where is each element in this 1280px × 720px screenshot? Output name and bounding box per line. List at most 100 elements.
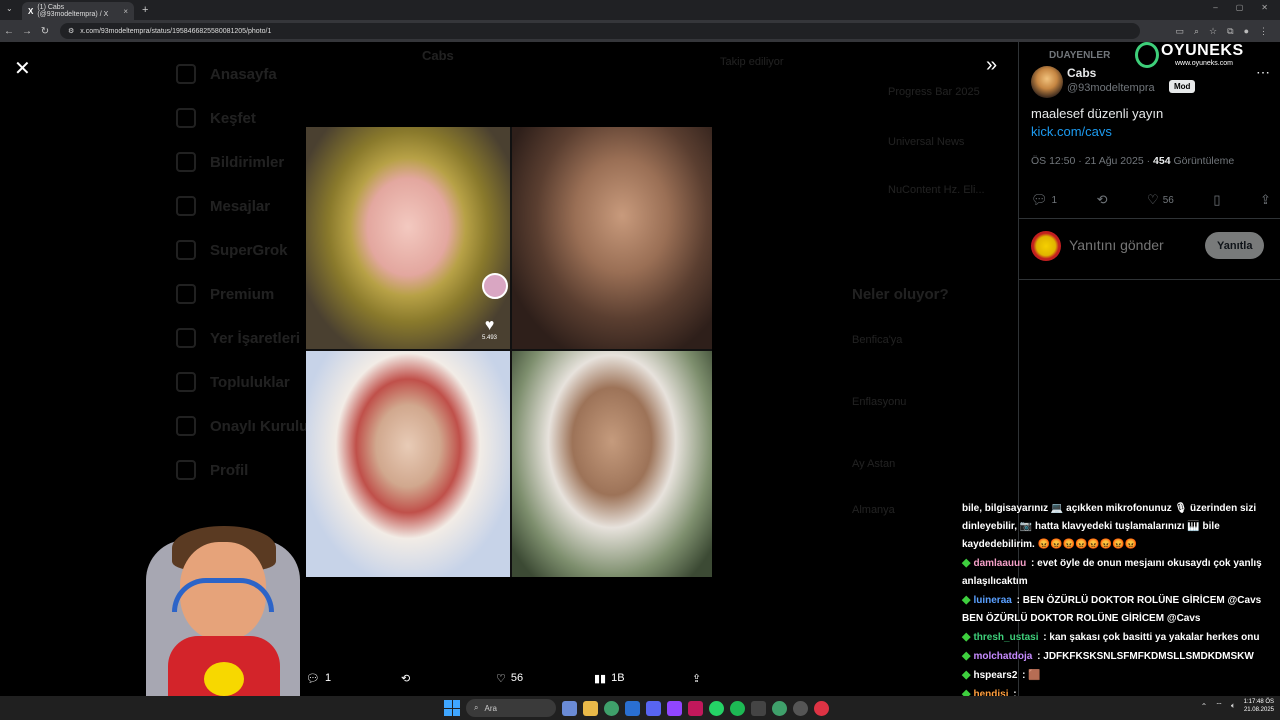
file-explorer-icon[interactable] (583, 700, 598, 716)
network-icon[interactable]: ⌔ (1215, 701, 1223, 711)
app-icon[interactable] (688, 700, 703, 716)
chat-username[interactable]: hspears2 (973, 670, 1017, 681)
close-window-icon[interactable]: ✕ (1261, 3, 1268, 12)
cast-icon[interactable]: ▭ (1175, 26, 1184, 37)
browser-menu-icon[interactable]: ⋮ (1259, 26, 1268, 37)
post-link[interactable]: kick.com/cavs (1031, 124, 1112, 139)
post-photo[interactable]: ♥ 5.493 (306, 127, 712, 577)
tab-title: (1) Cabs (@93modeltempra) / X (37, 4, 109, 18)
maximize-icon[interactable]: ▢ (1236, 3, 1244, 12)
chat-badge-icon: ◆ (962, 650, 971, 662)
chat-username[interactable]: hendisi (973, 689, 1008, 696)
share-action[interactable]: ⇪ (692, 672, 701, 685)
forward-icon[interactable]: → (18, 26, 36, 37)
tray-chevron-icon[interactable]: ⌃ (1201, 702, 1208, 711)
volume-icon[interactable]: 🔈︎ (1231, 701, 1236, 711)
author-handle[interactable]: @93modeltempra (1067, 82, 1155, 94)
site-info-icon[interactable]: ⚙ (68, 27, 74, 35)
extensions-icon[interactable]: ⧉ (1227, 26, 1233, 37)
profile-icon[interactable]: ● (1244, 26, 1249, 37)
recording-icon[interactable] (814, 700, 829, 716)
spotify-icon[interactable] (730, 700, 745, 716)
zoom-icon[interactable]: ⌕ (1194, 26, 1199, 37)
chat-username[interactable]: molchatdoja (973, 651, 1032, 662)
bg-trends-heading: Neler oluyor? (852, 286, 949, 303)
panel-like-button[interactable]: ♡ 56 (1147, 192, 1174, 208)
minimize-icon[interactable]: – (1213, 3, 1217, 12)
expand-panel-icon[interactable]: » (986, 54, 997, 77)
taskbar-apps: ⌕ Ara (444, 699, 829, 717)
obs-icon[interactable] (793, 700, 808, 716)
clock-date: 21.08.2025 (1243, 707, 1274, 713)
like-action[interactable]: ♡ 56 (496, 672, 594, 685)
whatsapp-icon[interactable] (709, 700, 724, 716)
photo-action-bar: 💬︎ 1 ⟲ ♡ 56 ▮▮ 1B ⇪ (306, 668, 716, 688)
taskbar-search[interactable]: ⌕ Ara (466, 699, 556, 717)
twitch-icon[interactable] (667, 700, 682, 716)
close-tab-icon[interactable]: × (123, 7, 128, 16)
reply-button[interactable]: Yanıtla (1205, 232, 1265, 259)
reload-icon[interactable]: ↻ (36, 26, 54, 37)
chat-message: dinleyebilir, 📷 hatta klavyedeki tuşlama… (958, 518, 1278, 536)
panel-reply-button[interactable]: 💬︎ 1 (1031, 192, 1057, 208)
chat-username[interactable]: damlaauuu (973, 558, 1026, 569)
terminal-icon[interactable] (751, 700, 766, 716)
url-field[interactable]: ⚙ x.com/93modeltempra/status/19584668255… (60, 23, 1140, 39)
bookmarks-icon (176, 328, 196, 348)
url-text: x.com/93modeltempra/status/1958466825580… (80, 27, 272, 35)
chat-message: bile, bilgisayarınız 💻 açıkken mikrofonu… (958, 500, 1278, 518)
panel-repost-button[interactable]: ⟲ (1097, 192, 1108, 208)
profile-nav-icon (176, 460, 196, 480)
search-icon: ⌕ (474, 703, 479, 712)
reply-action[interactable]: 💬︎ 1 (306, 672, 401, 685)
bookmark-star-icon[interactable]: ☆ (1209, 26, 1217, 37)
reply-composer: Yanıtla (1019, 218, 1280, 280)
author-avatar[interactable] (1031, 66, 1063, 98)
panel-share-button[interactable]: ⇪ (1260, 192, 1271, 208)
chat-text: bile, bilgisayarınız 💻 açıkken mikrofonu… (962, 503, 1257, 514)
post-views-label: Görüntüleme (1170, 155, 1235, 167)
repost-action[interactable]: ⟲ (401, 672, 496, 685)
address-bar-row: ← → ↻ ⚙ x.com/93modeltempra/status/19584… (0, 20, 1280, 42)
author-name[interactable]: Cabs (1067, 66, 1096, 80)
x-logo-icon: X (28, 6, 34, 16)
more-options-icon[interactable]: ⋯ (1256, 64, 1270, 81)
edge-icon[interactable] (625, 700, 640, 716)
chat-colon: : (1019, 670, 1029, 681)
chat-text: kaydedebilirim. 😡😡😡😡😡😡😡😡 (962, 539, 1138, 550)
verified-orgs-icon (176, 416, 196, 436)
chrome-profile-icon[interactable] (772, 700, 787, 716)
messages-icon (176, 196, 196, 216)
close-viewer-icon[interactable]: ✕ (14, 56, 31, 81)
chrome-icon[interactable] (604, 700, 619, 716)
chat-badge-icon: ◆ (962, 557, 971, 569)
clock[interactable]: 1:17:48 ÖS 21.08.2025 (1244, 698, 1274, 714)
system-tray: ⌃ ⌔ 🔈︎ 1:17:48 ÖS 21.08.2025 (1201, 698, 1274, 714)
chat-badge-icon: ◆ (962, 594, 971, 606)
clock-time: 1:17:48 ÖS (1243, 699, 1274, 705)
post-action-bar: 💬︎ 1 ⟲ ♡ 56 ▯ ⇪ (1031, 192, 1271, 208)
tab-search-icon[interactable]: ⌄ (6, 4, 13, 13)
chat-username[interactable]: thresh_ustasi (973, 632, 1038, 643)
chat-text: 🟫 (1028, 670, 1041, 681)
oyuneks-url: www.oyuneks.com (1175, 60, 1233, 67)
views-action[interactable]: ▮▮ 1B (594, 672, 692, 685)
chat-text: JDFKFKSKSNLSFMFKDMSLLSMDKDMSKW (1043, 651, 1254, 662)
notifications-icon (176, 152, 196, 172)
panel-bookmark-button[interactable]: ▯ (1213, 192, 1220, 208)
post-time[interactable]: ÖS 12:50 · 21 Ağu 2025 · (1031, 155, 1153, 167)
copilot-icon[interactable] (562, 700, 577, 716)
browser-tab[interactable]: X (1) Cabs (@93modeltempra) / X × (22, 2, 134, 20)
heart-icon: ♥ (484, 317, 495, 334)
reply-input[interactable] (1069, 237, 1199, 253)
reply-icon: 💬︎ (306, 672, 320, 685)
chat-username[interactable]: luineraa (973, 595, 1011, 606)
windows-taskbar: ⌕ Ara ⌃ ⌔ 🔈︎ 1:17:48 ÖS 21.08.2025 (0, 696, 1280, 720)
chat-message: kaydedebilirim. 😡😡😡😡😡😡😡😡 (958, 536, 1278, 554)
oyuneks-name: OYUNEKS (1161, 42, 1244, 59)
discord-icon[interactable] (646, 700, 661, 716)
new-tab-button[interactable]: + (142, 4, 148, 16)
start-button[interactable] (444, 700, 460, 716)
communities-icon (176, 372, 196, 392)
back-icon[interactable]: ← (0, 26, 18, 37)
